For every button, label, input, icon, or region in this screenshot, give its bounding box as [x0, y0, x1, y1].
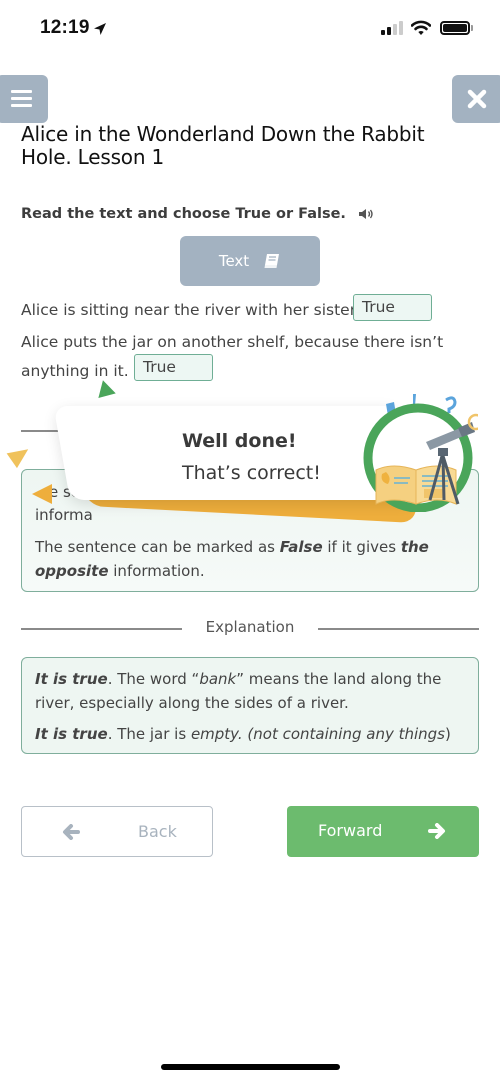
forward-button-label: Forward [318, 821, 383, 840]
book-icon [264, 254, 280, 268]
back-button-label: Back [138, 822, 177, 841]
explanation-lead: It is true [35, 670, 108, 688]
close-x-icon [467, 89, 487, 109]
sentence-2: Alice puts the jar on another shelf, bec… [21, 328, 471, 386]
rule-emphasis: the [400, 538, 429, 556]
menu-button[interactable] [0, 75, 48, 123]
speaker-icon[interactable] [358, 207, 374, 221]
confetti-triangle-green [94, 377, 116, 399]
explanation-text: . The jar is [107, 725, 191, 743]
hamburger-menu-icon [11, 104, 32, 107]
back-button[interactable]: Back [21, 806, 213, 857]
arrow-right-icon [428, 823, 445, 839]
explanation-text: . The word “ [107, 670, 200, 688]
battery-icon [440, 21, 470, 35]
home-indicator [161, 1064, 340, 1070]
sentence-1: Alice is sitting near the river with her… [21, 301, 360, 319]
sentence-2-line-1: Alice puts the jar on another shelf, bec… [21, 333, 444, 351]
rule-text-paragraph-2: The sentence can be marked as False if i… [35, 535, 465, 583]
explanation-text: river, especially along the sides of a r… [35, 694, 349, 712]
telescope-book-badge-icon [363, 394, 478, 512]
explanation-box: It is true. The word “bank” means the la… [21, 657, 479, 754]
explanation-emphasis: empty. (not containing any things [190, 725, 445, 743]
task-instruction: Read the text and choose True or False. [21, 206, 374, 222]
lesson-title: Alice in the Wonderland Down the Rabbit … [21, 122, 425, 169]
rule-emphasis-opposite: opposite [35, 562, 109, 580]
arrow-left-icon [63, 824, 80, 840]
explanation-emphasis: bank [199, 670, 237, 688]
explanation-divider-right [318, 628, 479, 630]
cellular-signal-icon [381, 21, 405, 35]
instruction-text: Read the text and choose True or False. [21, 206, 346, 222]
explanation-text: ” means the land along the [236, 670, 442, 688]
battery-cap [471, 25, 473, 31]
answer-dropdown-1[interactable]: True [353, 294, 432, 321]
explanation-item-2: It is true. The jar is empty. (not conta… [35, 722, 465, 746]
confetti-triangle-orange [32, 484, 52, 504]
status-time: 12:19 [40, 17, 90, 38]
explanation-lead: It is true [35, 725, 108, 743]
sentence-2-line-2: anything in it. [21, 362, 129, 380]
status-bar: 12:19 [0, 0, 500, 60]
rule-text: The sentence can be marked as [35, 538, 280, 556]
rule-emphasis-false: False [279, 538, 323, 556]
hamburger-menu-icon [11, 97, 32, 100]
answer-dropdown-2[interactable]: True [134, 354, 213, 381]
forward-button[interactable]: Forward [287, 806, 479, 857]
question-mark-icon [445, 396, 457, 413]
rule-text: if it gives [322, 538, 401, 556]
text-button-label: Text [218, 252, 250, 270]
wifi-icon [411, 20, 431, 35]
explanation-item-1: It is true. The word “bank” means the la… [35, 667, 465, 715]
toast-subtitle: That’s correct! [182, 462, 321, 484]
explanation-label: Explanation [205, 618, 295, 636]
location-arrow-icon [94, 23, 106, 35]
rule-text: information. [108, 562, 205, 580]
explanation-text: ) [445, 725, 451, 743]
text-button[interactable]: Text [180, 236, 320, 286]
toast-title: Well done! [182, 430, 297, 452]
hamburger-menu-icon [11, 90, 32, 93]
close-button[interactable] [452, 75, 500, 123]
confetti-triangle-orange [6, 441, 34, 469]
